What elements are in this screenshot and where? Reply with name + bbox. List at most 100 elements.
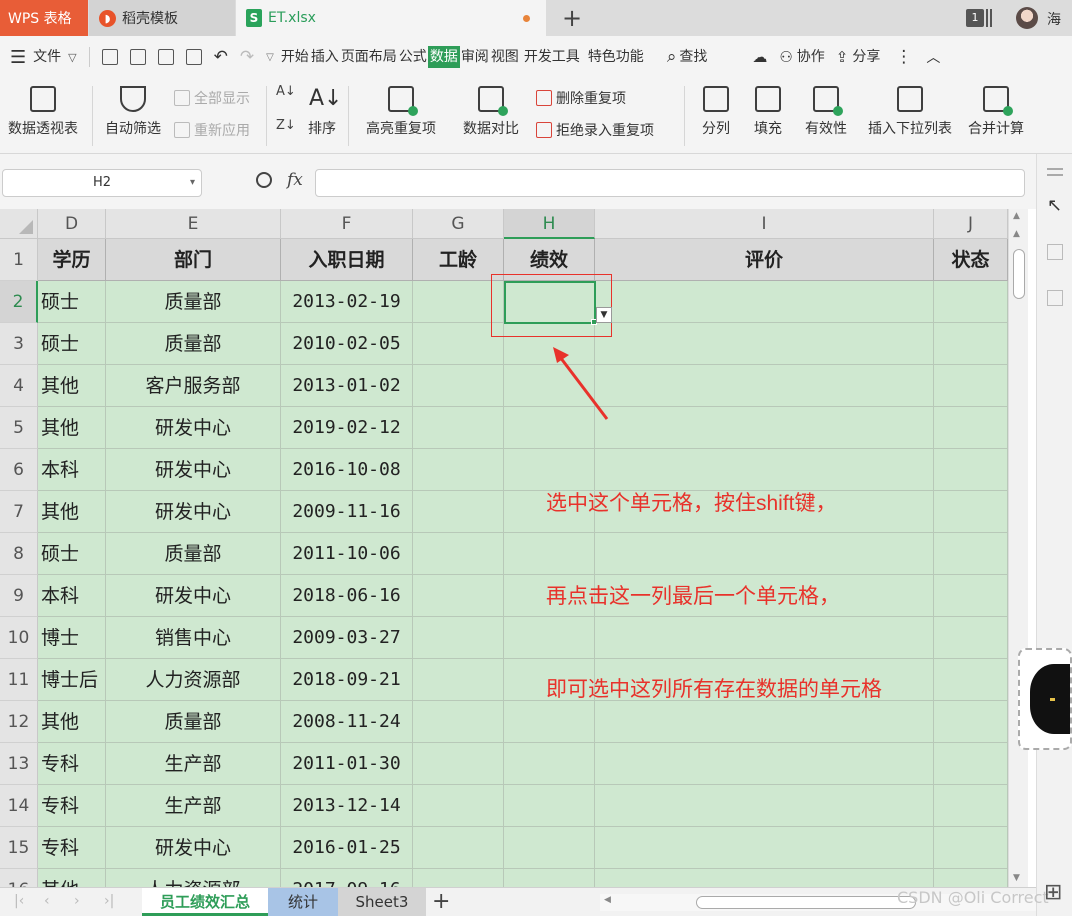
row-header-5[interactable]: 5 [0, 407, 38, 449]
table-cell[interactable]: 人力资源部 [106, 869, 281, 887]
chevron-down-icon[interactable]: ▾ [190, 170, 195, 196]
add-sheet-button[interactable]: + [432, 889, 450, 914]
table-cell[interactable] [934, 659, 1008, 701]
header-cell-f[interactable]: 入职日期 [281, 239, 413, 281]
table-cell[interactable] [413, 575, 504, 617]
table-cell[interactable]: 2009-03-27 [281, 617, 413, 659]
header-cell-i[interactable]: 评价 [595, 239, 934, 281]
table-cell[interactable]: 2016-10-08 [281, 449, 413, 491]
table-cell[interactable] [413, 533, 504, 575]
row-header-12[interactable]: 12 [0, 701, 38, 743]
table-cell[interactable]: 硕士 [38, 281, 106, 323]
autofilter-button[interactable]: 自动筛选 [102, 86, 164, 138]
row-header-4[interactable]: 4 [0, 365, 38, 407]
column-header-e[interactable]: E [106, 209, 281, 239]
table-cell[interactable] [413, 365, 504, 407]
table-cell[interactable]: 2018-09-21 [281, 659, 413, 701]
row-header-13[interactable]: 13 [0, 743, 38, 785]
hamburger-menu-icon[interactable]: ☰ [10, 47, 26, 68]
table-cell[interactable]: 其他 [38, 365, 106, 407]
prev-sheet-icon[interactable]: ‹ [44, 893, 50, 909]
menu-review[interactable]: 审阅 [460, 46, 490, 68]
remove-duplicates-button[interactable]: 删除重复项 [536, 88, 626, 108]
merge-calc-button[interactable]: 合并计算 [966, 86, 1026, 138]
scroll-down-icon[interactable]: ▼ [1013, 873, 1020, 883]
header-cell-e[interactable]: 部门 [106, 239, 281, 281]
sort-ascending-icon[interactable]: A↓ [276, 84, 296, 99]
export-pdf-icon[interactable] [129, 49, 146, 65]
search-button[interactable]: 查找 [678, 46, 708, 68]
sort-button[interactable]: A↓ 排序 [304, 86, 342, 138]
table-cell[interactable] [595, 365, 934, 407]
menu-developer[interactable]: 开发工具 [523, 46, 581, 68]
table-cell[interactable]: 专科 [38, 743, 106, 785]
table-cell[interactable]: 本科 [38, 575, 106, 617]
scroll-left-icon[interactable]: ◀ [604, 895, 611, 905]
avatar[interactable] [1016, 7, 1038, 29]
row-header-1[interactable]: 1 [0, 239, 38, 281]
spreadsheet-grid[interactable]: DEFGHIJ 12345678910111213141516 学历部门入职日期… [0, 209, 1028, 887]
fill-button[interactable]: 填充 [746, 86, 790, 138]
menu-data[interactable]: 数据 [427, 46, 460, 68]
table-cell[interactable] [595, 785, 934, 827]
more-options-icon[interactable]: ⋮ [895, 47, 912, 67]
table-cell[interactable] [413, 617, 504, 659]
table-cell[interactable] [504, 869, 595, 887]
table-cell[interactable] [595, 323, 934, 365]
table-cell[interactable]: 2019-02-12 [281, 407, 413, 449]
table-cell[interactable] [934, 701, 1008, 743]
row-header-11[interactable]: 11 [0, 659, 38, 701]
new-tab-button[interactable]: + [562, 4, 582, 32]
table-cell[interactable] [934, 449, 1008, 491]
table-cell[interactable] [934, 281, 1008, 323]
table-cell[interactable]: 2011-10-06 [281, 533, 413, 575]
select-all-corner[interactable] [0, 209, 38, 239]
tab-wps-spreadsheet[interactable]: WPS 表格 [0, 0, 88, 36]
split-columns-button[interactable]: 分列 [694, 86, 738, 138]
row-header-15[interactable]: 15 [0, 827, 38, 869]
table-cell[interactable]: 2008-11-24 [281, 701, 413, 743]
user-name[interactable]: 海 [1047, 9, 1061, 29]
table-cell[interactable] [413, 659, 504, 701]
table-cell[interactable]: 博士 [38, 617, 106, 659]
row-header-8[interactable]: 8 [0, 533, 38, 575]
fx-icon[interactable]: fx [287, 170, 303, 190]
collab-user-icon[interactable]: ⚇ [779, 48, 792, 66]
table-cell[interactable] [934, 743, 1008, 785]
table-cell[interactable]: 销售中心 [106, 617, 281, 659]
table-cell[interactable]: 研发中心 [106, 407, 281, 449]
table-cell[interactable] [504, 785, 595, 827]
zoom-icon[interactable] [256, 172, 272, 188]
table-cell[interactable]: 2018-06-16 [281, 575, 413, 617]
table-cell[interactable] [934, 533, 1008, 575]
table-cell[interactable]: 质量部 [106, 281, 281, 323]
window-list-icon[interactable] [986, 9, 992, 27]
assistant-widget[interactable] [1018, 648, 1072, 750]
table-cell[interactable]: 人力资源部 [106, 659, 281, 701]
table-cell[interactable] [413, 869, 504, 887]
menu-home[interactable]: 开始 [280, 46, 310, 68]
table-cell[interactable] [934, 827, 1008, 869]
table-cell[interactable]: 2011-01-30 [281, 743, 413, 785]
table-cell[interactable]: 生产部 [106, 743, 281, 785]
properties-icon[interactable] [1047, 244, 1063, 260]
backup-icon[interactable] [1047, 290, 1063, 306]
table-cell[interactable] [413, 743, 504, 785]
table-cell[interactable] [934, 869, 1008, 887]
menu-view[interactable]: 视图 [490, 46, 520, 68]
row-header-2[interactable]: 2 [0, 281, 38, 323]
table-cell[interactable] [413, 785, 504, 827]
column-header-g[interactable]: G [413, 209, 504, 239]
tab-template[interactable]: ◗ 稻壳模板 [89, 0, 235, 36]
table-cell[interactable]: 2009-11-16 [281, 491, 413, 533]
highlight-duplicates-button[interactable]: 高亮重复项 [358, 86, 444, 138]
share-icon[interactable]: ⇪ [836, 48, 849, 66]
table-cell[interactable] [413, 491, 504, 533]
cell-dropdown-button[interactable]: ▼ [596, 307, 612, 323]
name-box[interactable]: H2 ▾ [2, 169, 202, 197]
show-all-button[interactable]: 全部显示 [174, 88, 250, 108]
table-cell[interactable] [934, 323, 1008, 365]
sheet-tab-summary[interactable]: 员工绩效汇总 [142, 888, 268, 916]
header-cell-j[interactable]: 状态 [934, 239, 1008, 281]
window-count-badge[interactable]: 1 [966, 9, 984, 27]
